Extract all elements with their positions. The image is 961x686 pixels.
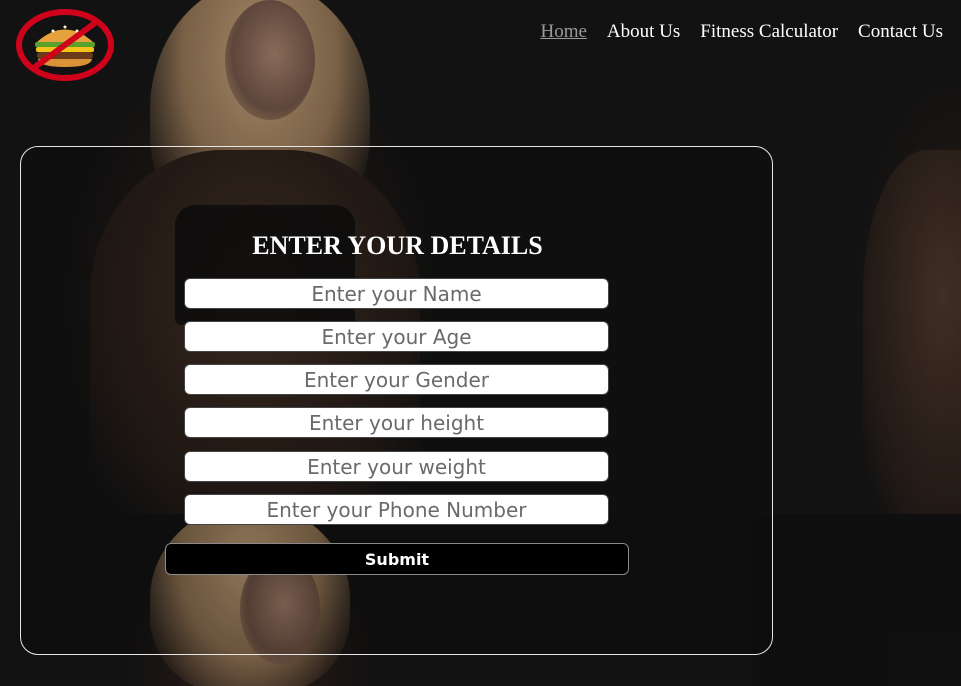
- nav-home-link[interactable]: Home: [540, 18, 586, 46]
- submit-button[interactable]: Submit: [165, 543, 629, 575]
- phone-number-input[interactable]: [184, 494, 609, 525]
- name-input[interactable]: [184, 278, 609, 309]
- age-input[interactable]: [184, 321, 609, 352]
- height-input[interactable]: [184, 407, 609, 438]
- nav-about-us-link[interactable]: About Us: [607, 18, 680, 46]
- form-title: ENTER YOUR DETAILS: [252, 231, 543, 260]
- details-form-card: ENTER YOUR DETAILS Submit: [20, 146, 773, 655]
- gender-input[interactable]: [184, 364, 609, 395]
- nav-fitness-calculator-link[interactable]: Fitness Calculator: [700, 18, 838, 46]
- weight-input[interactable]: [184, 451, 609, 482]
- nav-contact-us-link[interactable]: Contact Us: [858, 18, 943, 46]
- main-nav: Home About Us Fitness Calculator Contact…: [540, 18, 943, 46]
- no-burger-logo-icon[interactable]: [15, 9, 115, 81]
